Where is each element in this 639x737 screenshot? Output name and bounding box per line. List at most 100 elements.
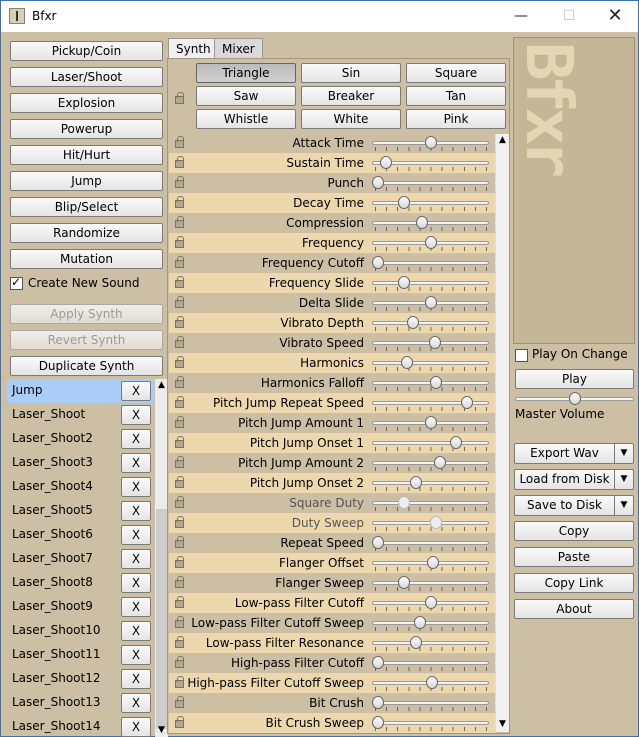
waveform-square-button[interactable]: Square: [406, 63, 506, 83]
lock-icon[interactable]: [175, 696, 184, 708]
parameter-scrollbar[interactable]: ▲ ▼: [495, 134, 509, 732]
list-item[interactable]: Laser_Shoot4 X: [7, 475, 154, 499]
randomize-button[interactable]: Randomize: [10, 223, 163, 243]
lock-icon[interactable]: [175, 496, 184, 508]
delete-sound-button[interactable]: X: [121, 405, 151, 425]
parameter-slider-knob[interactable]: [398, 276, 410, 289]
minimize-button[interactable]: —: [498, 1, 544, 32]
waveform-whistle-button[interactable]: Whistle: [196, 109, 296, 129]
scroll-thumb[interactable]: [156, 509, 167, 729]
lock-icon[interactable]: [175, 276, 184, 288]
lock-icon[interactable]: [175, 556, 184, 568]
lock-icon[interactable]: [175, 196, 184, 208]
parameter-slider-track[interactable]: [372, 281, 489, 285]
play-on-change-checkbox[interactable]: [515, 349, 528, 362]
apply-synth-button[interactable]: Apply Synth: [10, 304, 163, 324]
list-item[interactable]: Laser_Shoot2 X: [7, 427, 154, 451]
play-button[interactable]: Play: [515, 369, 634, 389]
list-item[interactable]: Laser_Shoot X: [7, 403, 154, 427]
hit-hurt-button[interactable]: Hit/Hurt: [10, 145, 163, 165]
parameter-slider-track[interactable]: [372, 701, 489, 705]
parameter-slider-track[interactable]: [372, 321, 489, 325]
lock-icon[interactable]: [175, 316, 184, 328]
delete-sound-button[interactable]: X: [121, 381, 151, 401]
parameter-slider-knob[interactable]: [429, 336, 441, 349]
lock-icon[interactable]: [175, 516, 184, 528]
lock-icon[interactable]: [175, 216, 184, 228]
powerup-button[interactable]: Powerup: [10, 119, 163, 139]
lock-icon[interactable]: [175, 636, 184, 648]
parameter-slider-knob[interactable]: [425, 596, 437, 609]
parameter-slider-track[interactable]: [372, 441, 489, 445]
lock-icon[interactable]: [175, 536, 184, 548]
copy-link-button[interactable]: Copy Link: [514, 573, 634, 593]
revert-synth-button[interactable]: Revert Synth: [10, 330, 163, 350]
parameter-slider-track[interactable]: [372, 501, 489, 505]
lock-icon[interactable]: [175, 456, 184, 468]
lock-icon[interactable]: [175, 396, 184, 408]
list-item[interactable]: Laser_Shoot7 X: [7, 547, 154, 571]
parameter-slider-knob[interactable]: [372, 656, 384, 669]
create-new-sound-checkbox[interactable]: [10, 275, 23, 290]
delete-sound-button[interactable]: X: [121, 525, 151, 545]
tab-synth[interactable]: Synth: [168, 38, 219, 59]
waveform-lock-icon[interactable]: [175, 92, 184, 104]
tab-mixer[interactable]: Mixer: [214, 38, 263, 59]
list-item[interactable]: Laser_Shoot13 X: [7, 691, 154, 715]
waveform-white-button[interactable]: White: [301, 109, 401, 129]
delete-sound-button[interactable]: X: [121, 573, 151, 593]
parameter-slider-track[interactable]: [372, 361, 489, 365]
lock-icon[interactable]: [175, 676, 184, 688]
parameter-slider-track[interactable]: [372, 721, 489, 725]
parameter-slider-knob[interactable]: [372, 696, 384, 709]
parameter-slider-track[interactable]: [372, 481, 489, 485]
list-item[interactable]: Laser_Shoot6 X: [7, 523, 154, 547]
parameter-slider-knob[interactable]: [425, 296, 437, 309]
load-from-disk-dropdown[interactable]: Load from Disk ▼: [514, 469, 634, 490]
lock-icon[interactable]: [175, 576, 184, 588]
delete-sound-button[interactable]: X: [121, 477, 151, 497]
scroll-down-arrow-icon[interactable]: ▼: [496, 718, 509, 731]
chevron-down-icon[interactable]: ▼: [614, 443, 634, 464]
scroll-up-arrow-icon[interactable]: ▲: [496, 134, 509, 147]
explosion-button[interactable]: Explosion: [10, 93, 163, 113]
parameter-slider-knob[interactable]: [398, 496, 410, 509]
delete-sound-button[interactable]: X: [121, 429, 151, 449]
pickup-coin-button[interactable]: Pickup/Coin: [10, 41, 163, 61]
delete-sound-button[interactable]: X: [121, 453, 151, 473]
lock-icon[interactable]: [175, 336, 184, 348]
parameter-slider-knob[interactable]: [401, 356, 413, 369]
parameter-slider-knob[interactable]: [416, 216, 428, 229]
jump-button[interactable]: Jump: [10, 171, 163, 191]
list-item[interactable]: Laser_Shoot11 X: [7, 643, 154, 667]
lock-icon[interactable]: [175, 416, 184, 428]
parameter-slider-knob[interactable]: [425, 236, 437, 249]
paste-button[interactable]: Paste: [514, 547, 634, 567]
maximize-button[interactable]: ☐: [546, 1, 592, 32]
parameter-slider-knob[interactable]: [425, 136, 437, 149]
parameter-slider-knob[interactable]: [372, 716, 384, 729]
lock-icon[interactable]: [175, 136, 184, 148]
waveform-triangle-button[interactable]: Triangle: [196, 63, 296, 83]
parameter-slider-track[interactable]: [372, 661, 489, 665]
duplicate-synth-button[interactable]: Duplicate Synth: [10, 356, 163, 376]
delete-sound-button[interactable]: X: [121, 669, 151, 689]
parameter-slider-track[interactable]: [372, 221, 489, 225]
close-button[interactable]: ✕: [592, 1, 638, 32]
lock-icon[interactable]: [175, 296, 184, 308]
parameter-slider-knob[interactable]: [372, 536, 384, 549]
save-to-disk-dropdown[interactable]: Save to Disk ▼: [514, 495, 634, 516]
parameter-slider-knob[interactable]: [407, 316, 419, 329]
lock-icon[interactable]: [175, 476, 184, 488]
list-item[interactable]: Laser_Shoot3 X: [7, 451, 154, 475]
waveform-tan-button[interactable]: Tan: [406, 86, 506, 106]
parameter-slider-track[interactable]: [372, 181, 489, 185]
chevron-down-icon[interactable]: ▼: [614, 469, 634, 490]
parameter-slider-knob[interactable]: [372, 176, 384, 189]
parameter-slider-track[interactable]: [372, 641, 489, 645]
list-item[interactable]: Laser_Shoot9 X: [7, 595, 154, 619]
lock-icon[interactable]: [175, 656, 184, 668]
copy-button[interactable]: Copy: [514, 521, 634, 541]
master-volume-knob[interactable]: [569, 392, 581, 405]
lock-icon[interactable]: [175, 716, 184, 728]
